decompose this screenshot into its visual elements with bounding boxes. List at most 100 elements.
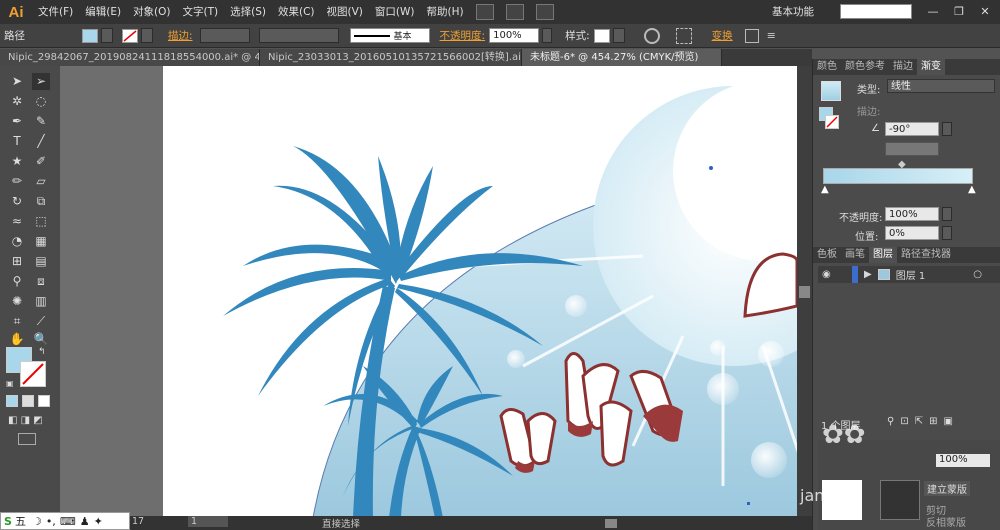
pencil-tool-icon[interactable]: ✏ [8,173,26,190]
opacity-link[interactable]: 不透明度: [436,28,490,43]
tab-color-guide[interactable]: 颜色参考 [841,59,889,75]
lasso-tool-icon[interactable]: ◌ [32,93,50,110]
direct-selection-tool-icon[interactable]: ➢ [32,73,50,90]
ime-punctuation-icon[interactable]: •, [46,515,56,528]
menu-object[interactable]: 对象(O) [127,0,176,24]
star-tool-icon[interactable]: ★ [8,153,26,170]
menu-help[interactable]: 帮助(H) [421,0,470,24]
gradient-position-dropdown[interactable] [942,226,952,240]
tab-document-2[interactable]: Nipic_23033013_20160510135721566002[转换].… [260,49,522,66]
menu-select[interactable]: 选择(S) [224,0,272,24]
tab-document-3[interactable]: 未标题-6* @ 454.27% (CMYK/预览) [522,49,722,66]
bridge-icon[interactable] [475,4,494,20]
fill-swatch[interactable] [82,28,98,43]
mesh-tool-icon[interactable]: ⊞ [8,253,26,270]
scroll-thumb[interactable] [799,286,810,298]
artboard-tool-icon[interactable]: ⌗ [8,313,26,330]
ime-moon-icon[interactable]: ☽ [32,515,42,528]
hand-tool-icon[interactable]: ✋ [8,331,26,348]
stroke-dropdown[interactable] [141,28,153,43]
align-icon[interactable] [675,27,692,44]
column-graph-tool-icon[interactable]: ▥ [32,293,50,310]
transform-link[interactable]: 变换 [708,28,737,43]
canvas-area[interactable] [60,66,797,518]
workspace-switcher[interactable]: 基本功能 [772,4,814,19]
stroke-weight-dropdown[interactable] [199,28,250,43]
swap-fill-stroke-icon[interactable]: ↰ [38,347,46,357]
tab-gradient[interactable]: 渐变 [917,59,945,75]
blend-tool-icon[interactable]: ⧈ [32,273,50,290]
paintbrush-tool-icon[interactable]: ✐ [32,153,50,170]
gradient-tool-icon[interactable]: ▤ [32,253,50,270]
gradient-type-dropdown[interactable]: 线性 [887,79,995,93]
default-colors-icon[interactable]: ▣ [6,379,14,388]
magic-wand-tool-icon[interactable]: ✲ [8,93,26,110]
slice-tool-icon[interactable]: ⟋ [32,313,50,330]
layer-row[interactable]: ◉ ▶ 图层 1 ○ [818,266,1000,283]
scale-tool-icon[interactable]: ⧉ [32,193,50,210]
layer-name[interactable]: 图层 1 [896,267,926,282]
fill-dropdown[interactable] [101,28,113,43]
stroke-color-box[interactable] [20,361,46,387]
screen-mode-icon[interactable] [18,433,36,445]
opacity-dropdown[interactable] [542,28,553,43]
pen-tool-icon[interactable]: ✒ [8,113,26,130]
rotate-tool-icon[interactable]: ↻ [8,193,26,210]
menu-effect[interactable]: 效果(C) [272,0,321,24]
graphic-style-dropdown[interactable] [612,28,625,43]
arrange-documents-icon[interactable] [505,4,524,20]
visibility-eye-icon[interactable]: ◉ [822,269,836,280]
angle-input[interactable]: -90° [885,122,939,136]
aspect-ratio-input[interactable] [885,142,939,156]
close-icon[interactable]: ✕ [972,0,998,24]
gradient-mode-icon[interactable] [22,395,34,407]
menu-edit[interactable]: 编辑(E) [79,0,127,24]
gpu-performance-icon[interactable] [535,4,554,20]
eyedropper-tool-icon[interactable]: ⚲ [8,273,26,290]
gradient-stop-left[interactable]: ▲ [821,184,829,195]
variable-width-dropdown[interactable] [258,28,339,43]
brush-style-dropdown[interactable]: 基本 [349,28,430,43]
gradient-stop-right[interactable]: ▲ [968,184,976,195]
tab-pathfinder[interactable]: 路径查找器 [897,247,955,263]
menu-file[interactable]: 文件(F) [32,0,79,24]
make-mask-button[interactable]: 建立蒙版 [924,481,970,496]
type-tool-icon[interactable]: T [8,133,26,150]
ime-mode-label[interactable]: 五 [15,513,26,529]
recolor-icon[interactable] [643,27,660,44]
gradient-slider[interactable] [823,168,973,184]
stroke-link[interactable]: 描边: [164,28,197,43]
free-transform-tool-icon[interactable]: ⬚ [32,213,50,230]
line-tool-icon[interactable]: ╱ [32,133,50,150]
shape-builder-tool-icon[interactable]: ◔ [8,233,26,250]
tab-swatches[interactable]: 色板 [813,247,841,263]
opacity-input[interactable]: 100% [489,28,540,43]
draw-mode-icon[interactable]: ◧ ◨ ◩ [8,415,48,427]
mask-thumbnail[interactable] [880,480,920,520]
ime-skin-icon[interactable]: ♟ [80,515,90,528]
horizontal-scroll-thumb[interactable] [605,519,617,528]
perspective-grid-tool-icon[interactable]: ▦ [32,233,50,250]
gradient-preview[interactable] [821,81,841,101]
tab-color[interactable]: 颜色 [813,59,841,75]
tab-brushes[interactable]: 画笔 [841,247,869,263]
ime-settings-icon[interactable]: ✦ [94,515,103,528]
menu-window[interactable]: 窗口(W) [369,0,421,24]
eraser-tool-icon[interactable]: ▱ [32,173,50,190]
angle-dropdown[interactable] [942,122,952,136]
expand-triangle-icon[interactable]: ▶ [864,269,872,280]
target-icon[interactable]: ○ [973,269,982,280]
tab-document-1[interactable]: Nipic_29842067_20190824111818554000.ai* … [0,49,260,66]
ime-logo-icon[interactable]: S [4,515,12,528]
menu-view[interactable]: 视图(V) [321,0,369,24]
curvature-tool-icon[interactable]: ✎ [32,113,50,130]
tab-layers[interactable]: 图层 [869,247,897,263]
gradient-position-input[interactable]: 0% [885,226,939,240]
ime-keyboard-icon[interactable]: ⌨ [60,515,76,528]
restore-icon[interactable]: ❐ [946,0,972,24]
artboard[interactable] [163,66,797,518]
minimize-icon[interactable]: — [920,0,946,24]
zoom-field[interactable]: 17 [132,516,144,527]
selection-tool-icon[interactable]: ➤ [8,73,26,90]
gradient-opacity-dropdown[interactable] [942,207,952,221]
